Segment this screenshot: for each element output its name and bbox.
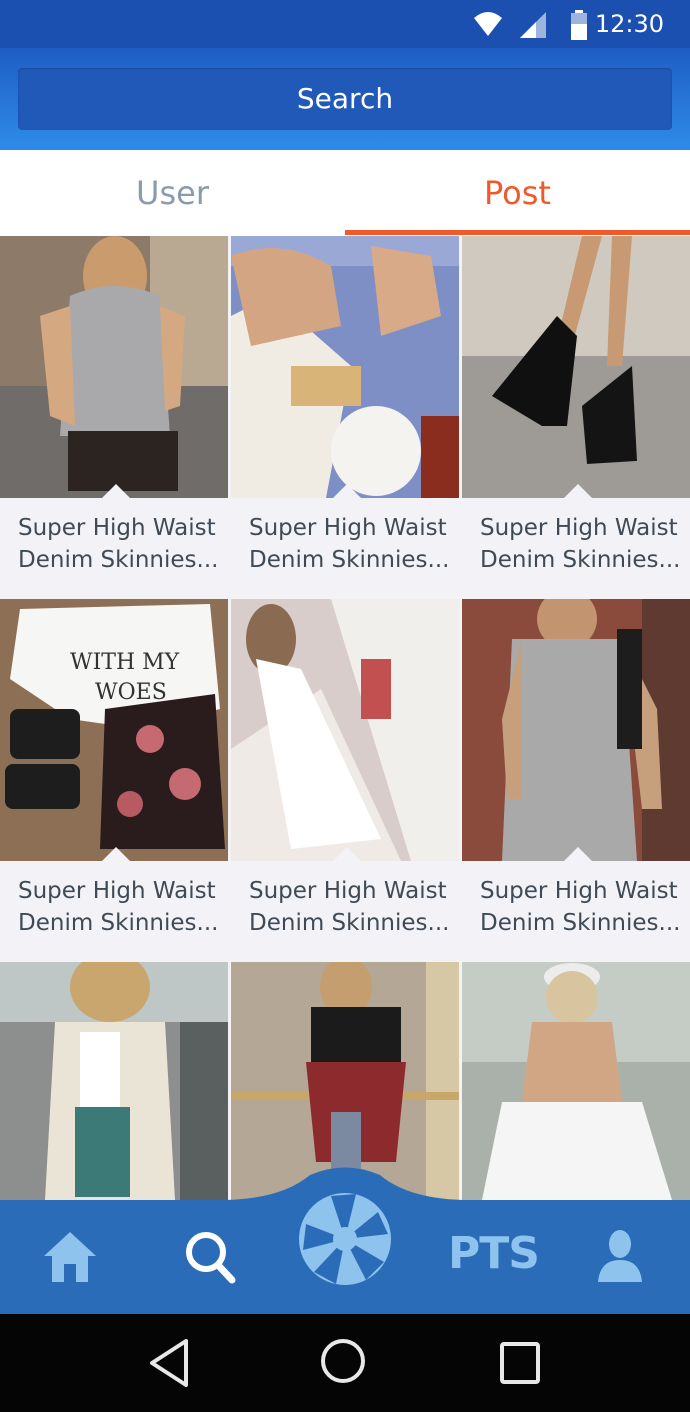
post-caption: Super High Waist Denim Skinnies...: [249, 515, 450, 573]
camera-shutter-icon[interactable]: [296, 1184, 394, 1294]
post-photo: [0, 236, 228, 498]
home-icon[interactable]: [44, 1230, 96, 1284]
post-tile[interactable]: Super High Waist Denim Skinnies...: [462, 236, 690, 596]
post-photo: [462, 599, 690, 861]
post-photo: [231, 236, 459, 498]
post-tile[interactable]: Super High Waist Denim Skinnies...: [0, 236, 228, 596]
post-photo: [462, 236, 690, 498]
wifi-icon: [474, 12, 502, 36]
svg-text:WITH MY: WITH MY: [70, 650, 180, 675]
tab-user[interactable]: User: [0, 150, 345, 236]
tab-post[interactable]: Post: [345, 150, 690, 236]
caption-pointer: [102, 847, 130, 861]
search-header: Search: [0, 48, 690, 150]
svg-text:WOES: WOES: [95, 680, 167, 705]
home-circle-icon[interactable]: [320, 1338, 366, 1384]
active-tab-indicator: [345, 230, 690, 235]
post-tile[interactable]: WITH MY WOES Super High Waist Denim Skin…: [0, 599, 228, 959]
post-photo: [231, 599, 459, 861]
caption-pointer: [564, 484, 592, 498]
status-time: 12:30: [594, 10, 664, 38]
profile-icon[interactable]: [598, 1228, 642, 1284]
recents-icon[interactable]: [500, 1342, 540, 1384]
battery-icon: [571, 10, 587, 40]
search-label: Search: [296, 82, 394, 115]
status-bar: 12:30: [0, 0, 690, 48]
post-caption: Super High Waist Denim Skinnies...: [18, 878, 219, 936]
caption-pointer: [333, 484, 361, 498]
back-icon[interactable]: [148, 1338, 190, 1388]
post-grid: Super High Waist Denim Skinnies... Super…: [0, 236, 690, 1200]
post-caption: Super High Waist Denim Skinnies...: [480, 878, 681, 936]
pts-button[interactable]: PTS: [448, 1228, 540, 1279]
post-caption: Super High Waist Denim Skinnies...: [249, 878, 450, 936]
search-icon[interactable]: [184, 1230, 238, 1286]
tab-bar: User Post: [0, 150, 690, 236]
search-input[interactable]: Search: [18, 68, 672, 130]
caption-pointer: [102, 484, 130, 498]
post-tile[interactable]: Super High Waist Denim Skinnies...: [462, 599, 690, 959]
system-nav-bar: [0, 1314, 690, 1412]
post-tile[interactable]: Super High Waist Denim Skinnies...: [231, 599, 459, 959]
post-caption: Super High Waist Denim Skinnies...: [18, 515, 219, 573]
signal-icon: [520, 12, 546, 38]
post-tile[interactable]: Super High Waist Denim Skinnies...: [231, 236, 459, 596]
caption-pointer: [564, 847, 592, 861]
post-photo: WITH MY WOES: [0, 599, 228, 861]
post-caption: Super High Waist Denim Skinnies...: [480, 515, 681, 573]
caption-pointer: [333, 847, 361, 861]
